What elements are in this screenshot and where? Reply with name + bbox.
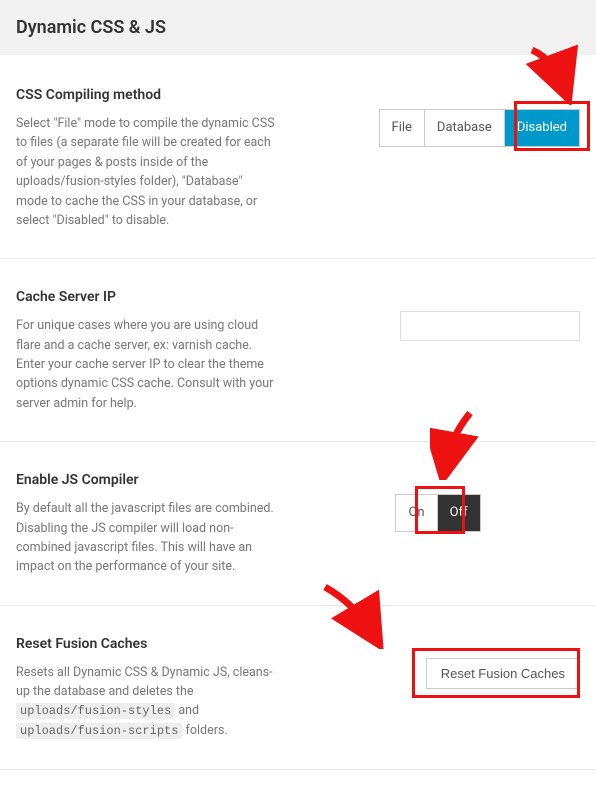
css-compile-toggle: File Database Disabled bbox=[379, 109, 580, 147]
option-left: Enable JS Compiler By default all the ja… bbox=[16, 470, 296, 577]
desc-text: folders. bbox=[182, 723, 227, 738]
js-compiler-off[interactable]: Off bbox=[438, 495, 480, 531]
option-right bbox=[296, 287, 580, 413]
section-header: Dynamic CSS & JS bbox=[0, 0, 596, 55]
code-path: uploads/fusion-styles bbox=[16, 703, 175, 719]
option-right: On Off bbox=[296, 470, 580, 577]
section-title: Dynamic CSS & JS bbox=[16, 17, 166, 38]
option-title: Reset Fusion Caches bbox=[16, 634, 276, 655]
desc-text: Resets all Dynamic CSS & Dynamic JS, cle… bbox=[16, 665, 273, 699]
option-left: CSS Compiling method Select "File" mode … bbox=[16, 85, 296, 230]
option-right: File Database Disabled bbox=[296, 85, 580, 230]
option-title: Enable JS Compiler bbox=[16, 470, 276, 491]
reset-caches-button[interactable]: Reset Fusion Caches bbox=[426, 658, 580, 689]
css-compile-database[interactable]: Database bbox=[425, 110, 505, 146]
js-compiler-on[interactable]: On bbox=[396, 495, 437, 531]
code-path: uploads/fusion-scripts bbox=[16, 723, 182, 739]
option-desc: Resets all Dynamic CSS & Dynamic JS, cle… bbox=[16, 663, 276, 741]
css-compile-file[interactable]: File bbox=[380, 110, 425, 146]
option-reset-caches: Reset Fusion Caches Resets all Dynamic C… bbox=[0, 634, 596, 770]
option-desc: By default all the javascript files are … bbox=[16, 499, 276, 577]
option-css-compiling: CSS Compiling method Select "File" mode … bbox=[0, 85, 596, 259]
option-js-compiler: Enable JS Compiler By default all the ja… bbox=[0, 470, 596, 606]
css-compile-disabled[interactable]: Disabled bbox=[505, 110, 579, 146]
js-compiler-toggle: On Off bbox=[395, 494, 480, 532]
option-title: Cache Server IP bbox=[16, 287, 276, 308]
option-left: Cache Server IP For unique cases where y… bbox=[16, 287, 296, 413]
desc-text: and bbox=[175, 703, 199, 718]
cache-ip-input[interactable] bbox=[400, 311, 580, 341]
option-cache-ip: Cache Server IP For unique cases where y… bbox=[0, 287, 596, 442]
option-desc: For unique cases where you are using clo… bbox=[16, 316, 276, 413]
option-title: CSS Compiling method bbox=[16, 85, 276, 106]
option-desc: Select "File" mode to compile the dynami… bbox=[16, 114, 276, 230]
